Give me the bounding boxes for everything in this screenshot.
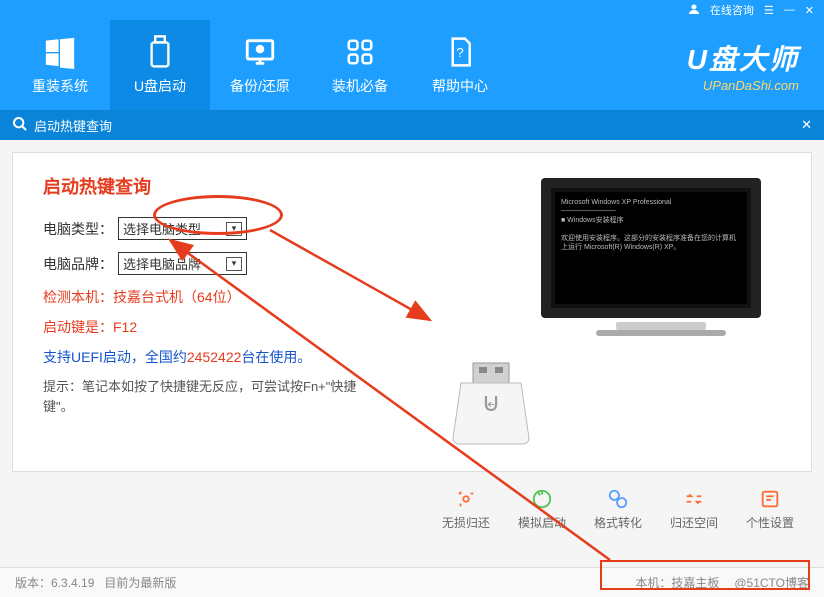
nav-label: U盘启动 xyxy=(134,76,186,96)
brand-label: 电脑品牌： xyxy=(43,254,118,274)
menu-icon[interactable]: ☰ xyxy=(764,4,774,17)
nav-usb-boot[interactable]: U盘启动 xyxy=(110,20,210,110)
version-info: 版本：6.3.4.19 目前为最新版 xyxy=(15,574,176,591)
nav-help[interactable]: ? 帮助中心 xyxy=(410,20,510,110)
main-panel: 启动热键查询 电脑类型： 选择电脑类型 ▾ 电脑品牌： 选择电脑品牌 ▾ 检测本… xyxy=(12,152,812,472)
windows-icon xyxy=(42,34,78,70)
type-label: 电脑类型： xyxy=(43,219,118,239)
watermark: @51CTO博客 xyxy=(734,574,809,591)
select-value: 选择电脑类型 xyxy=(123,219,201,238)
chevron-down-icon: ▾ xyxy=(226,222,242,236)
close-button[interactable]: ✕ xyxy=(805,4,814,17)
tool-simulate[interactable]: 模拟启动 xyxy=(518,488,566,531)
tool-label: 无损归还 xyxy=(442,514,490,531)
type-select[interactable]: 选择电脑类型 ▾ xyxy=(118,217,247,240)
avatar-icon xyxy=(688,3,700,18)
minimize-button[interactable]: — xyxy=(784,4,795,16)
tool-label: 归还空间 xyxy=(670,514,718,531)
hint-text: 提示：笔记本如按了快捷键无反应，可尝试按Fn+"快捷键"。 xyxy=(43,377,363,416)
usb-icon xyxy=(142,34,178,70)
nav: 重装系统 U盘启动 备份/还原 装机必备 ? 帮助中心 xyxy=(10,20,510,110)
nav-essentials[interactable]: 装机必备 xyxy=(310,20,410,110)
tool-label: 格式转化 xyxy=(594,514,642,531)
nav-label: 重装系统 xyxy=(32,76,88,96)
svg-text:⊌: ⊌ xyxy=(481,387,500,417)
tool-convert[interactable]: 格式转化 xyxy=(594,488,642,531)
usb-drive-image: ⊌ xyxy=(441,361,541,451)
search-icon xyxy=(12,116,28,135)
toolbar: 无损归还 模拟启动 格式转化 归还空间 个性设置 xyxy=(0,484,824,539)
chevron-down-icon: ▾ xyxy=(226,257,242,271)
subheader: 启动热键查询 ✕ xyxy=(0,110,824,140)
help-icon: ? xyxy=(442,34,478,70)
select-value: 选择电脑品牌 xyxy=(123,254,201,273)
machine-info: 本机：技嘉主板 xyxy=(635,574,719,591)
close-icon[interactable]: ✕ xyxy=(801,117,812,133)
tool-restore[interactable]: 无损归还 xyxy=(442,488,490,531)
tool-label: 模拟启动 xyxy=(518,514,566,531)
nav-label: 装机必备 xyxy=(332,76,388,96)
grid-icon xyxy=(342,34,378,70)
tool-space[interactable]: 归还空间 xyxy=(670,488,718,531)
tool-settings[interactable]: 个性设置 xyxy=(746,488,794,531)
logo-title: U盘大师 xyxy=(687,38,799,78)
nav-label: 备份/还原 xyxy=(230,76,290,96)
brand-select[interactable]: 选择电脑品牌 ▾ xyxy=(118,252,247,275)
monitor-image: Microsoft Windows XP Professional───────… xyxy=(541,178,781,358)
consult-link[interactable]: 在线咨询 xyxy=(710,2,754,18)
logo-url: UPanDaShi.com xyxy=(687,78,799,93)
header: 重装系统 U盘启动 备份/还原 装机必备 ? 帮助中心 U盘 xyxy=(0,20,824,110)
tool-label: 个性设置 xyxy=(746,514,794,531)
footer: 版本：6.3.4.19 目前为最新版 本机：技嘉主板 @51CTO博客 xyxy=(0,567,824,597)
titlebar: 在线咨询 ☰ — ✕ xyxy=(0,0,824,20)
nav-reinstall[interactable]: 重装系统 xyxy=(10,20,110,110)
svg-text:?: ? xyxy=(456,45,463,60)
logo: U盘大师 UPanDaShi.com xyxy=(687,38,814,93)
nav-label: 帮助中心 xyxy=(432,76,488,96)
subheader-title: 启动热键查询 xyxy=(34,116,112,135)
nav-backup[interactable]: 备份/还原 xyxy=(210,20,310,110)
backup-icon xyxy=(242,34,278,70)
